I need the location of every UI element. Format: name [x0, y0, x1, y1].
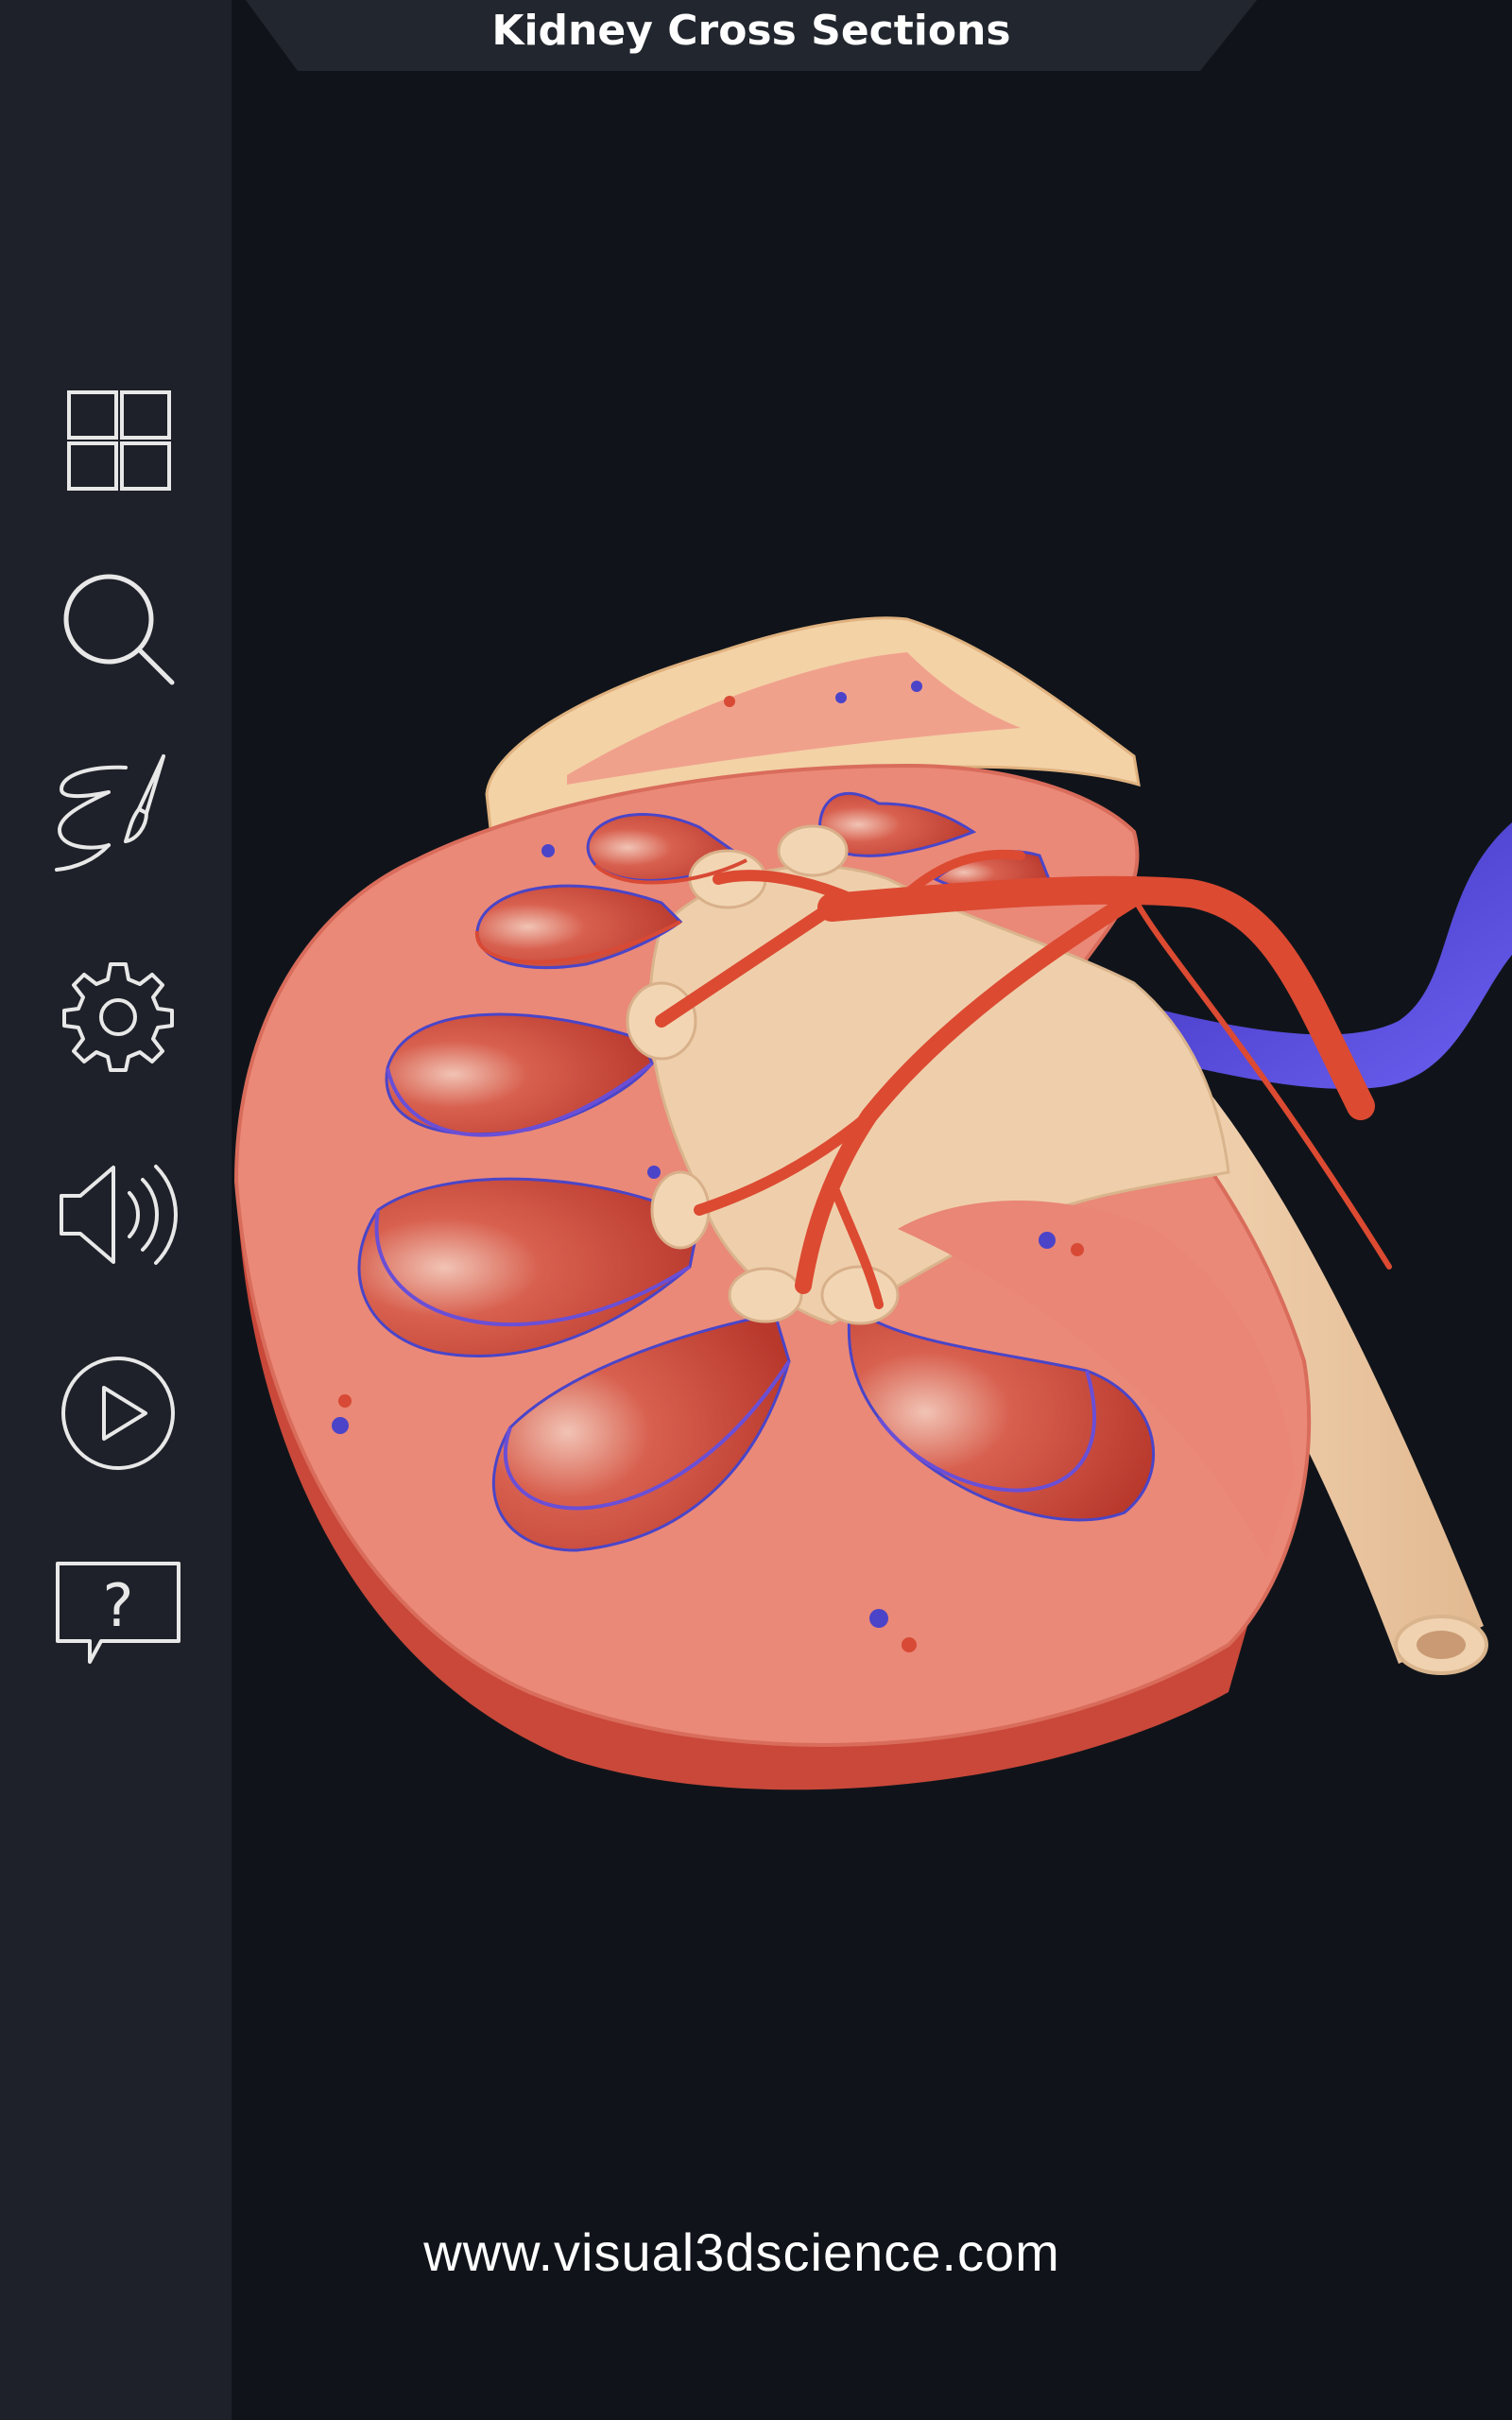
page-title: Kidney Cross Sections: [491, 7, 1011, 55]
search-icon: [63, 574, 175, 685]
left-toolbar: ?: [0, 0, 232, 2420]
paintbrush-icon: [55, 754, 165, 872]
speaker-icon: [60, 1165, 178, 1265]
help-bubble-icon: ?: [56, 1562, 180, 1664]
title-bar: Kidney Cross Sections: [246, 0, 1257, 71]
gear-icon: [62, 962, 174, 1072]
search-button[interactable]: [47, 567, 189, 690]
website-url: www.visual3dscience.com: [423, 2222, 1060, 2282]
grid-icon: [67, 390, 171, 491]
kidney-cross-section-model: [233, 616, 1512, 1790]
play-icon: [61, 1357, 175, 1470]
model-viewport[interactable]: [232, 71, 1512, 2198]
sound-button[interactable]: [47, 1153, 189, 1276]
play-button[interactable]: [47, 1352, 189, 1475]
grid-menu-button[interactable]: [47, 378, 189, 501]
settings-button[interactable]: [47, 955, 189, 1078]
question-mark-glyph: ?: [103, 1571, 134, 1640]
draw-button[interactable]: [47, 752, 189, 874]
help-button[interactable]: ?: [47, 1550, 189, 1673]
